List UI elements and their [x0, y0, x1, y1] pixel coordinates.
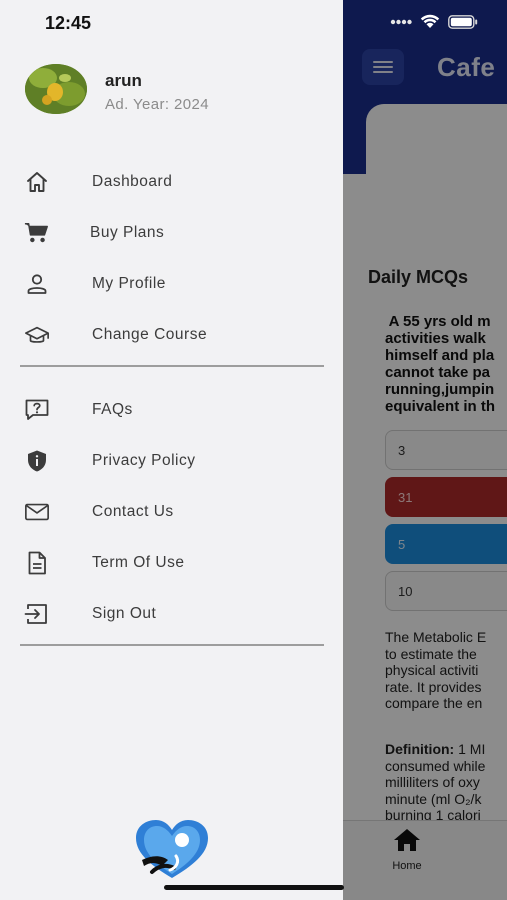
- menu-item-label: Privacy Policy: [92, 452, 196, 469]
- question-bubble-icon: [24, 398, 50, 422]
- menu-item-term-of-use[interactable]: Term Of Use: [0, 541, 343, 585]
- menu-item-label: Term Of Use: [92, 554, 185, 571]
- mail-icon: [24, 500, 50, 524]
- navigation-drawer: 12:45 arun Ad. Year: 2024 Dashboard Buy …: [0, 0, 343, 900]
- menu-item-label: Contact Us: [92, 503, 174, 520]
- menu-item-label: Buy Plans: [90, 224, 165, 241]
- menu-item-my-profile[interactable]: My Profile: [0, 262, 343, 306]
- menu-item-label: FAQs: [92, 401, 133, 418]
- menu-item-label: My Profile: [92, 275, 166, 292]
- battery-icon: [448, 14, 478, 29]
- shield-icon: [24, 449, 50, 473]
- menu-divider: [20, 644, 324, 646]
- user-admission-year: Ad. Year: 2024: [105, 96, 210, 113]
- menu-item-sign-out[interactable]: Sign Out: [0, 592, 343, 636]
- person-icon: [24, 272, 50, 296]
- signal-dots-icon: [390, 19, 412, 24]
- graduation-cap-icon: [24, 323, 50, 347]
- menu-item-privacy-policy[interactable]: Privacy Policy: [0, 439, 343, 483]
- wifi-icon: [420, 14, 440, 28]
- menu-item-label: Sign Out: [92, 605, 157, 622]
- menu-divider: [20, 365, 324, 367]
- menu-item-contact-us[interactable]: Contact Us: [0, 490, 343, 534]
- avatar-photo: [25, 64, 87, 114]
- home-icon: [24, 170, 50, 194]
- document-icon: [24, 551, 50, 575]
- app-logo: [132, 816, 212, 882]
- menu-item-label: Change Course: [92, 326, 208, 343]
- menu-item-faqs[interactable]: FAQs: [0, 388, 343, 432]
- menu-item-dashboard[interactable]: Dashboard: [0, 160, 343, 204]
- cart-icon: [24, 221, 50, 245]
- home-indicator[interactable]: [164, 885, 344, 890]
- sign-out-icon: [24, 602, 50, 626]
- user-name: arun: [105, 71, 142, 90]
- menu-item-change-course[interactable]: Change Course: [0, 313, 343, 357]
- status-time: 12:45: [45, 13, 92, 33]
- status-icons: [390, 14, 478, 29]
- menu-item-label: Dashboard: [92, 173, 173, 190]
- avatar[interactable]: [25, 64, 87, 114]
- menu-item-buy-plans[interactable]: Buy Plans: [0, 211, 343, 255]
